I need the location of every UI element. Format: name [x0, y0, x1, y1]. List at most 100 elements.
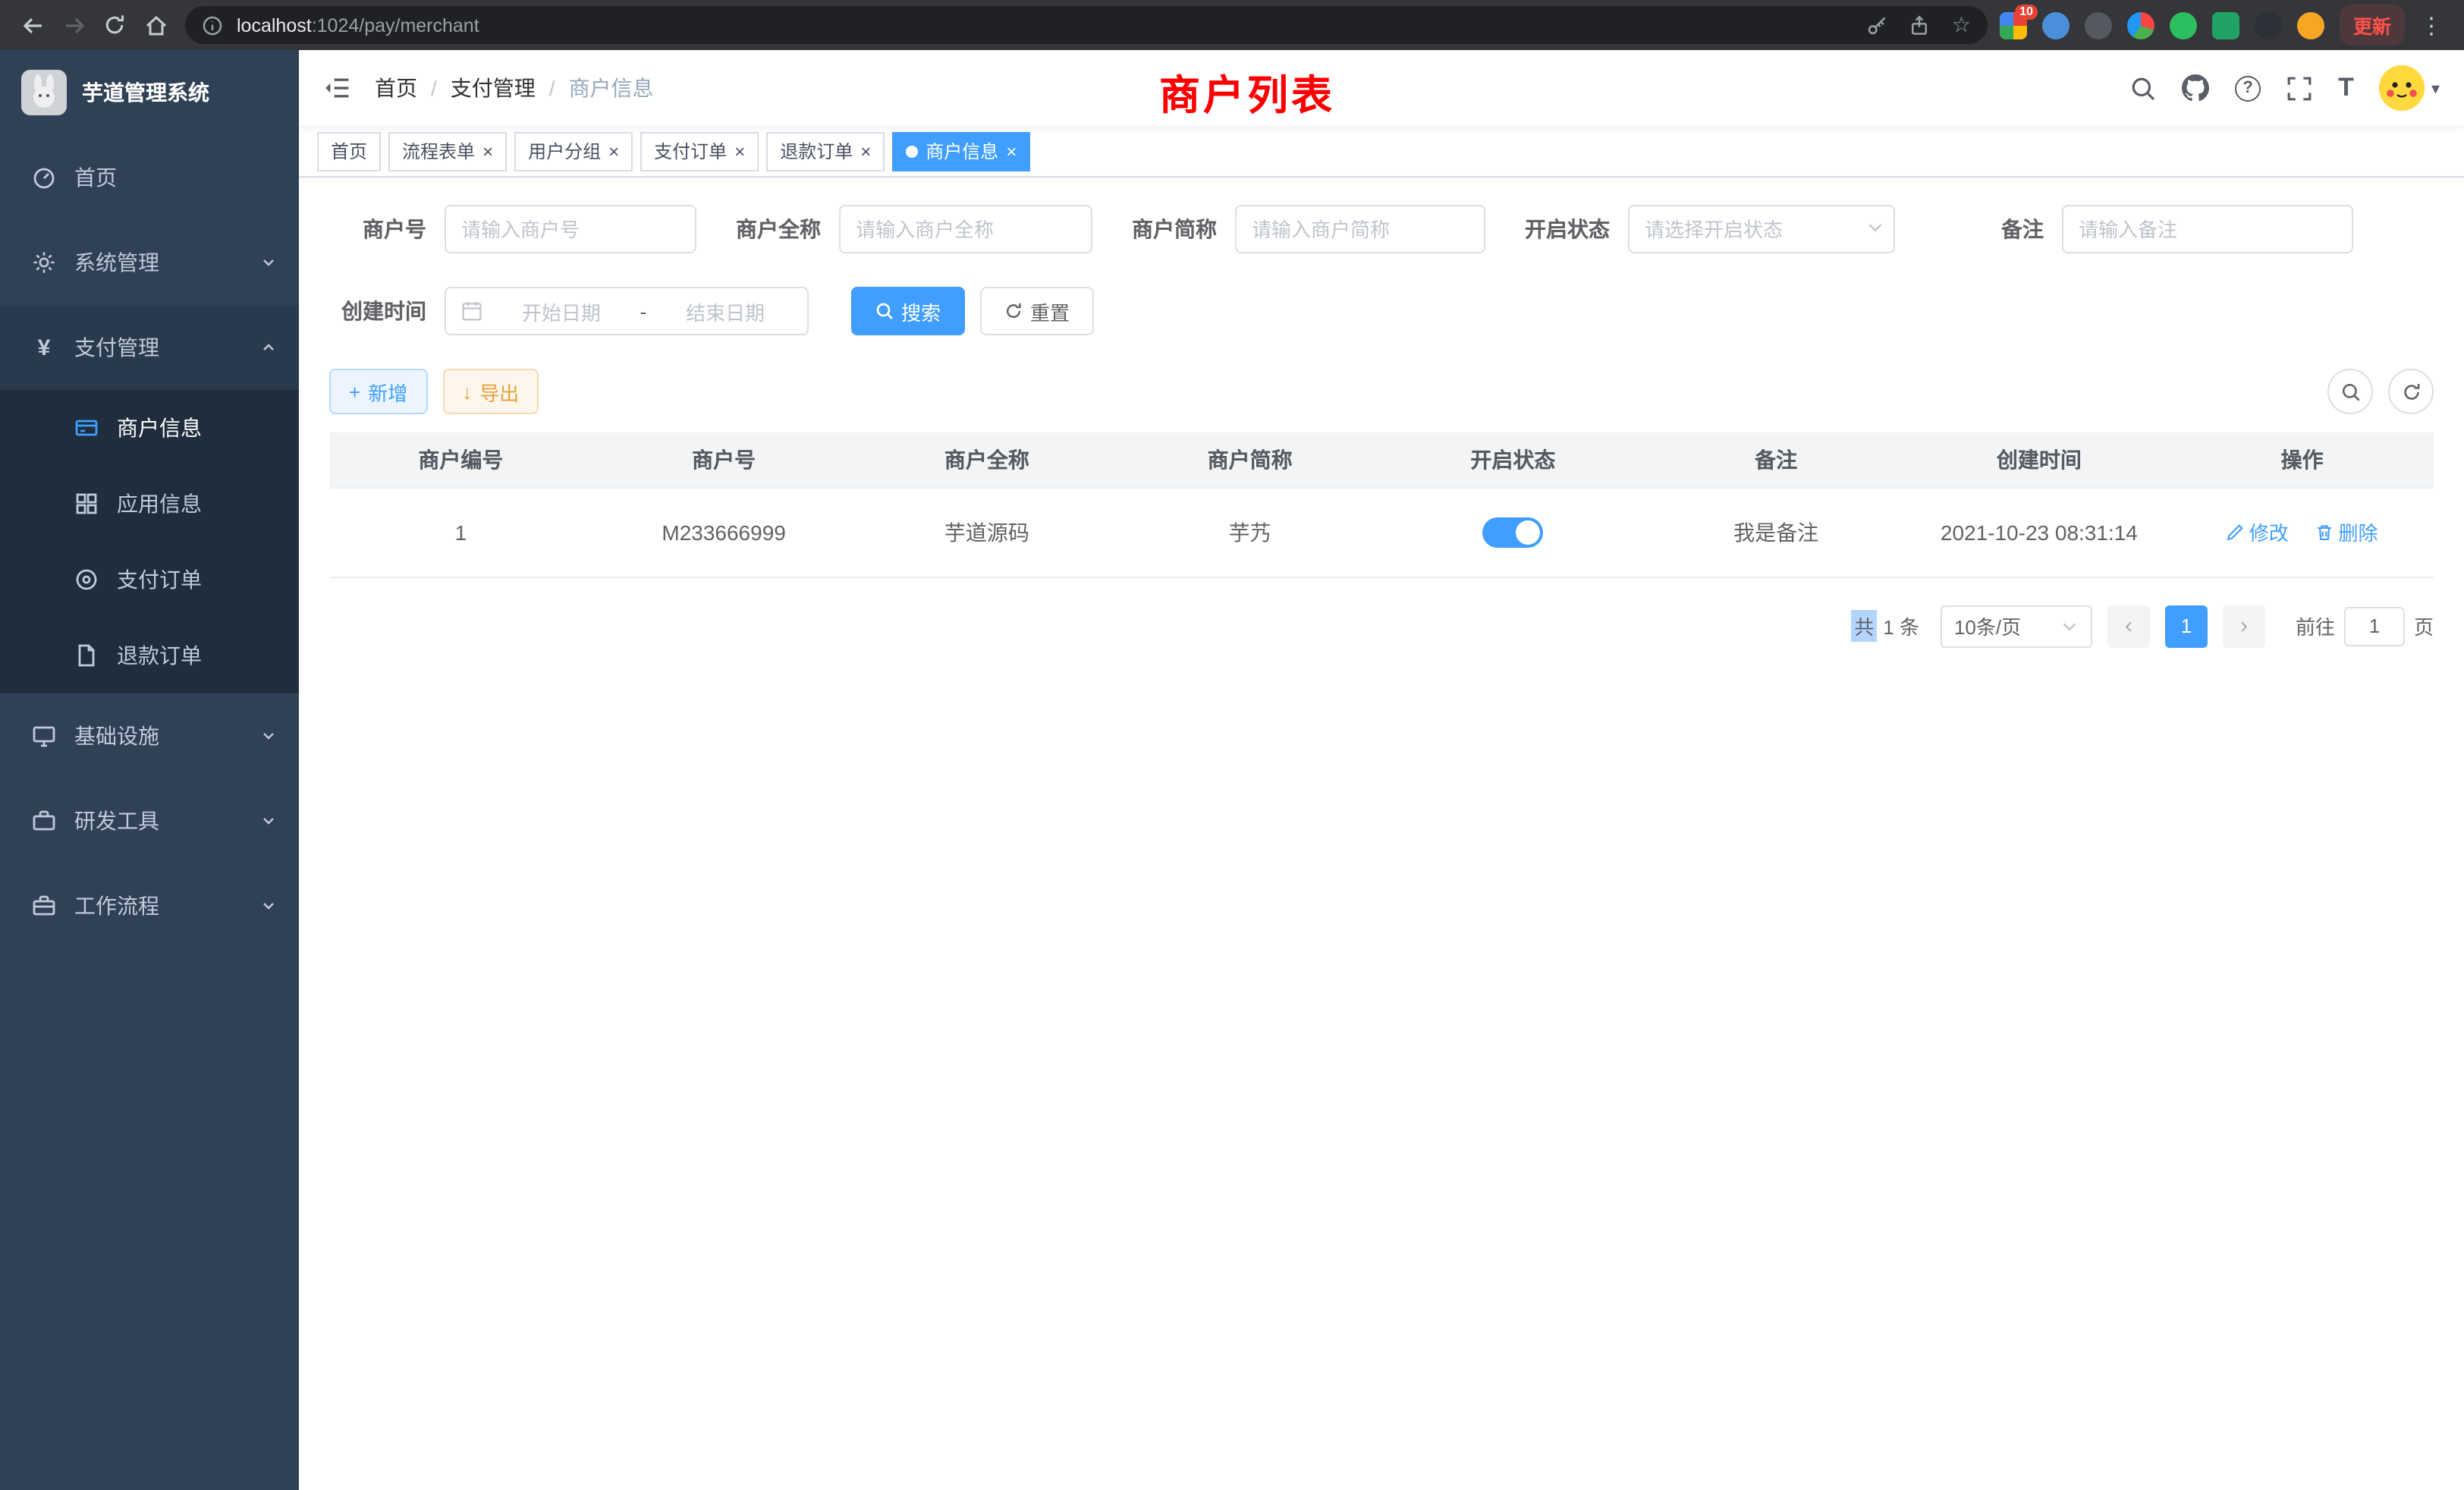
tab-home[interactable]: 首页	[317, 131, 381, 171]
close-icon[interactable]: ×	[734, 142, 745, 160]
search-icon[interactable]	[2130, 75, 2156, 101]
extension-icon[interactable]	[2297, 11, 2324, 39]
address-bar[interactable]: localhost:1024/pay/merchant ☆	[185, 6, 1988, 44]
extension-icon[interactable]	[2127, 11, 2154, 39]
search-button-label: 搜索	[901, 297, 941, 325]
status-label: 开启状态	[1513, 214, 1610, 244]
short-name-input[interactable]	[1235, 205, 1485, 253]
status-toggle[interactable]	[1482, 517, 1543, 547]
top-navbar: 首页 / 支付管理 / 商户信息 商户列表 ?	[299, 50, 2464, 126]
tab-pay-order[interactable]: 支付订单 ×	[640, 131, 759, 171]
calendar-icon	[461, 300, 482, 322]
close-icon[interactable]: ×	[482, 142, 493, 160]
export-button[interactable]: ↓ 导出	[442, 369, 539, 414]
pagination: 共 1 条 10条/页 ‹ 1 › 前往 页	[329, 605, 2434, 647]
chevron-down-icon	[259, 897, 278, 915]
prev-page-button[interactable]: ‹	[2107, 605, 2150, 647]
logo-avatar	[21, 70, 67, 115]
forward-icon[interactable]	[53, 5, 94, 46]
sidebar-item-app-info[interactable]: 应用信息	[0, 466, 299, 542]
home-icon[interactable]	[135, 5, 176, 46]
status-select[interactable]	[1628, 205, 1895, 253]
page-size-select[interactable]: 10条/页	[1941, 605, 2092, 647]
sidebar-item-label: 基础设施	[74, 721, 159, 751]
reset-button[interactable]: 重置	[980, 287, 1094, 335]
extension-icon[interactable]	[2042, 11, 2070, 39]
merchant-no-label: 商户号	[329, 214, 426, 244]
full-name-input[interactable]	[839, 205, 1092, 253]
create-time-range-picker[interactable]: 开始日期 - 结束日期	[445, 287, 809, 335]
tab-user-group[interactable]: 用户分组 ×	[514, 131, 633, 171]
fullscreen-icon[interactable]	[2286, 75, 2312, 101]
pagination-total-highlight: 共	[1851, 610, 1877, 642]
goto-label: 前往	[2296, 611, 2335, 640]
extension-icon[interactable]	[2170, 11, 2197, 39]
github-icon[interactable]	[2182, 74, 2209, 102]
cell-merchant-no: M233666999	[592, 487, 856, 577]
sidebar-item-merchant-info[interactable]: 商户信息	[0, 390, 299, 466]
back-icon[interactable]	[12, 5, 53, 46]
tab-process-form[interactable]: 流程表单 ×	[388, 131, 507, 171]
sidebar-item-label: 退款订单	[117, 640, 202, 671]
breadcrumb-item[interactable]: 首页	[375, 73, 417, 103]
edit-link[interactable]: 修改	[2227, 517, 2289, 546]
browser-update-button[interactable]: 更新	[2340, 5, 2405, 46]
table-header-row: 商户编号 商户号 商户全称 商户简称 开启状态 备注 创建时间 操作	[329, 432, 2434, 487]
sidebar-item-devtools[interactable]: 研发工具	[0, 778, 299, 863]
sidebar-collapse-icon[interactable]	[323, 74, 350, 102]
plus-icon: +	[349, 382, 360, 401]
close-icon[interactable]: ×	[860, 142, 871, 160]
url-path: :1024/pay/merchant	[312, 14, 479, 36]
target-icon	[73, 567, 100, 592]
extension-icon[interactable]	[2212, 11, 2239, 39]
tab-refund-order[interactable]: 退款订单 ×	[766, 131, 885, 171]
browser-toolbar: localhost:1024/pay/merchant ☆ 10 更新 ⋮	[0, 0, 2464, 50]
next-page-button[interactable]: ›	[2223, 605, 2265, 647]
sidebar-item-workflow[interactable]: 工作流程	[0, 863, 299, 948]
dashboard-icon	[30, 165, 58, 190]
breadcrumb-separator: /	[431, 76, 437, 100]
col-header: 操作	[2170, 432, 2434, 487]
yen-icon: ¥	[30, 335, 58, 360]
sidebar-item-infra[interactable]: 基础设施	[0, 693, 299, 778]
user-menu[interactable]: ▾	[2380, 65, 2440, 111]
url-host: localhost	[237, 14, 312, 36]
add-button[interactable]: + 新增	[329, 369, 427, 414]
gear-icon	[30, 250, 58, 275]
create-time-label: 创建时间	[329, 296, 426, 326]
extension-icon[interactable]	[2255, 11, 2282, 39]
delete-link[interactable]: 删除	[2316, 517, 2378, 546]
merchant-no-input[interactable]	[445, 205, 696, 253]
sidebar-item-refund-order[interactable]: 退款订单	[0, 618, 299, 693]
reload-icon[interactable]	[94, 5, 135, 46]
help-icon[interactable]: ?	[2235, 75, 2261, 101]
bookmark-star-icon[interactable]: ☆	[1952, 12, 1971, 38]
remark-input[interactable]	[2062, 205, 2353, 253]
goto-page-input[interactable]	[2344, 606, 2405, 646]
file-icon	[73, 643, 100, 668]
close-icon[interactable]: ×	[608, 142, 619, 160]
refresh-button[interactable]	[2388, 369, 2434, 414]
table-row: 1 M233666999 芋道源码 芋艿 我是备注 2021-10-23 08:…	[329, 487, 2434, 577]
tab-merchant-info[interactable]: 商户信息 ×	[892, 131, 1030, 171]
current-page-button[interactable]: 1	[2165, 605, 2208, 647]
extension-icon[interactable]: 10	[2000, 11, 2027, 39]
active-dot	[906, 145, 918, 157]
start-date-placeholder: 开始日期	[495, 297, 628, 325]
sidebar-item-pay-order[interactable]: 支付订单	[0, 542, 299, 618]
close-icon[interactable]: ×	[1006, 142, 1017, 160]
col-header: 商户简称	[1118, 432, 1381, 487]
search-button[interactable]: 搜索	[851, 287, 965, 335]
sidebar-item-pay[interactable]: ¥ 支付管理	[0, 305, 299, 390]
browser-menu-icon[interactable]: ⋮	[2411, 5, 2452, 46]
toggle-search-button[interactable]	[2327, 369, 2373, 414]
sidebar-logo[interactable]: 芋道管理系统	[0, 50, 299, 135]
sidebar-item-home[interactable]: 首页	[0, 135, 299, 220]
share-icon[interactable]	[1909, 14, 1931, 36]
password-key-icon[interactable]	[1867, 14, 1888, 36]
site-info-icon[interactable]	[202, 14, 223, 36]
sidebar-item-system[interactable]: 系统管理	[0, 220, 299, 305]
extension-icon[interactable]	[2085, 11, 2112, 39]
breadcrumb-item[interactable]: 支付管理	[451, 73, 536, 103]
font-size-icon[interactable]: T	[2338, 73, 2354, 103]
